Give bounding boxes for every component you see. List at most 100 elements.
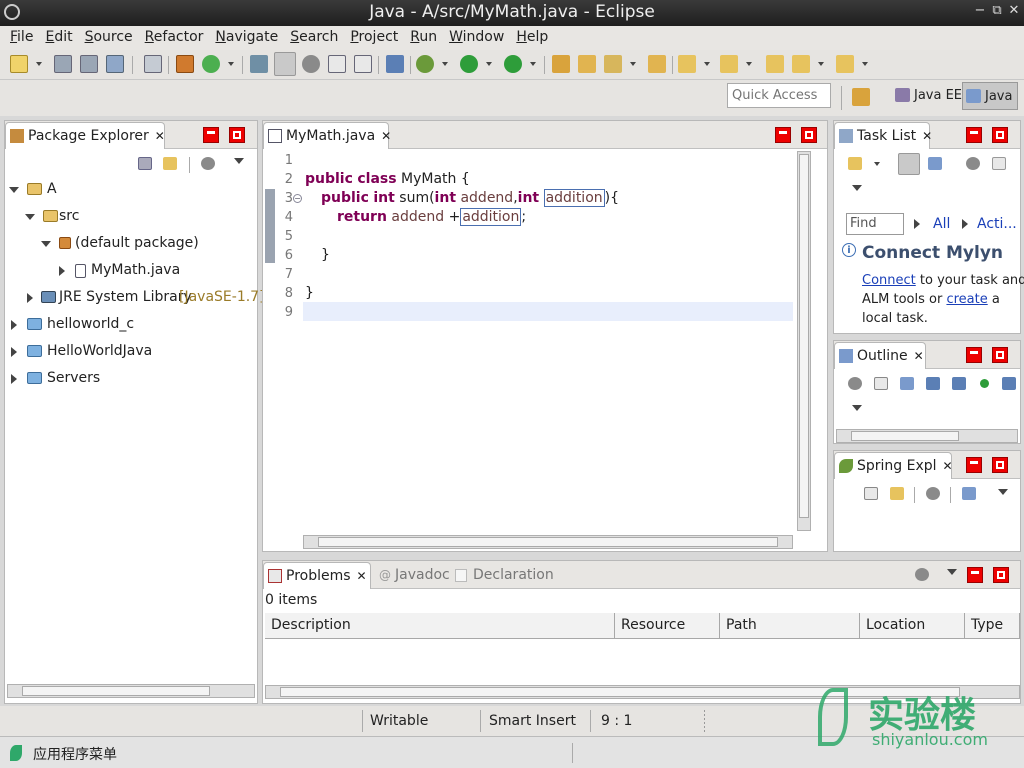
menu-file[interactable]: File — [4, 26, 39, 50]
debug-icon[interactable] — [416, 55, 434, 73]
collapsed-icon[interactable] — [11, 374, 17, 384]
run-external-icon[interactable] — [504, 55, 522, 73]
refresh-icon[interactable] — [202, 55, 220, 73]
tab-mymath-java[interactable]: MyMath.java ✕ — [263, 122, 391, 149]
menu-source[interactable]: Source — [79, 26, 139, 50]
maximize-view-button[interactable] — [993, 567, 1009, 583]
refresh-dropdown-icon[interactable] — [228, 62, 234, 66]
collapse-icon[interactable] — [992, 157, 1006, 170]
collapsed-icon[interactable] — [11, 347, 17, 357]
filter-icon[interactable] — [926, 487, 940, 500]
expanded-icon[interactable] — [9, 187, 19, 193]
hide-local-types-icon[interactable] — [1002, 377, 1016, 390]
open-task-icon[interactable] — [648, 55, 666, 73]
open-perspective-icon[interactable] — [852, 88, 870, 106]
minimize-view-button[interactable] — [966, 457, 982, 473]
perspective-java-ee[interactable]: Java EE — [892, 82, 966, 110]
tab-spring-explorer[interactable]: Spring Expl ✕ — [834, 452, 953, 479]
menu-navigate[interactable]: Navigate — [209, 26, 284, 50]
collapse-all-icon[interactable] — [138, 157, 152, 170]
open-type-icon[interactable] — [552, 55, 570, 73]
run-icon[interactable] — [460, 55, 478, 73]
hide-nonpublic-icon[interactable] — [980, 379, 989, 388]
view-menu-icon[interactable] — [852, 185, 862, 191]
close-icon[interactable]: ✕ — [357, 569, 367, 583]
editor-horizontal-scrollbar[interactable] — [303, 535, 793, 549]
filter-icon[interactable] — [966, 157, 980, 170]
status-trim-handle[interactable] — [704, 710, 705, 732]
last-edit-icon[interactable] — [766, 55, 784, 73]
view-filter-icon[interactable] — [201, 157, 215, 170]
terminal-icon[interactable] — [250, 55, 268, 73]
back-dropdown-icon[interactable] — [818, 62, 824, 66]
maximize-view-button[interactable] — [992, 347, 1008, 363]
scrollbar-thumb[interactable] — [799, 154, 809, 518]
print-icon[interactable] — [106, 55, 124, 73]
link-with-editor-icon[interactable] — [890, 487, 904, 500]
collapse-all-icon[interactable] — [874, 377, 888, 390]
menu-edit[interactable]: Edit — [39, 26, 78, 50]
minimize-view-button[interactable] — [967, 567, 983, 583]
close-icon[interactable]: ✕ — [914, 349, 924, 363]
app-menu-button[interactable]: 应用程序菜单 — [33, 744, 117, 764]
code-line-6[interactable]: } — [321, 247, 330, 263]
create-link[interactable]: create — [946, 292, 987, 307]
close-window-button[interactable]: ✕ — [1006, 3, 1022, 18]
menu-refactor[interactable]: Refactor — [139, 26, 210, 50]
connect-link[interactable]: Connect — [862, 273, 916, 288]
maximize-view-button[interactable] — [992, 127, 1008, 143]
code-line-3[interactable]: public int sum(int addend,int addition){ — [321, 189, 619, 207]
column-resource[interactable]: Resource — [615, 613, 720, 639]
scrollbar-thumb[interactable] — [851, 431, 959, 441]
perspective-java[interactable]: Java — [962, 82, 1018, 110]
toggle-icon[interactable] — [302, 55, 320, 73]
task-find-input[interactable]: Find — [846, 213, 904, 235]
minimize-view-button[interactable] — [966, 347, 982, 363]
scrollbar-thumb[interactable] — [318, 537, 778, 547]
column-type[interactable]: Type — [965, 613, 1020, 639]
quick-access-input[interactable] — [727, 83, 831, 108]
menu-search[interactable]: Search — [284, 26, 344, 50]
expanded-icon[interactable] — [25, 214, 35, 220]
brush-icon[interactable] — [604, 55, 622, 73]
save-icon[interactable] — [54, 55, 72, 73]
collapsed-icon[interactable] — [11, 320, 17, 330]
code-line-2[interactable]: public class MyMath { — [305, 171, 470, 187]
minimize-view-button[interactable] — [203, 127, 219, 143]
show-whitespace-icon[interactable] — [354, 55, 372, 73]
tab-package-explorer[interactable]: Package Explorer ✕ — [5, 122, 165, 149]
new-task-icon[interactable] — [848, 157, 862, 170]
all-link[interactable]: All — [933, 216, 950, 232]
menu-run[interactable]: Run — [404, 26, 443, 50]
code-line-4[interactable]: return addend + addition; — [337, 208, 526, 226]
new-task-dropdown-icon[interactable] — [874, 162, 880, 166]
run-external-dropdown-icon[interactable] — [530, 62, 536, 66]
view-menu-icon[interactable] — [998, 489, 1008, 495]
view-menu-icon[interactable] — [852, 405, 862, 411]
next-annotation-icon[interactable] — [678, 55, 696, 73]
hide-static-icon[interactable] — [952, 377, 966, 390]
pin-icon[interactable] — [386, 55, 404, 73]
tab-problems[interactable]: Problems ✕ — [263, 562, 371, 589]
maximize-view-button[interactable] — [992, 457, 1008, 473]
close-icon[interactable]: ✕ — [943, 459, 953, 473]
view-menu-icon[interactable] — [947, 569, 957, 575]
scheduled-icon[interactable] — [928, 157, 942, 170]
forward-dropdown-icon[interactable] — [862, 62, 868, 66]
column-location[interactable]: Location — [860, 613, 965, 639]
menu-window[interactable]: Window — [443, 26, 510, 50]
app-menu-leaf-icon[interactable] — [10, 745, 22, 761]
new-icon[interactable] — [10, 55, 28, 73]
link-with-editor-icon[interactable] — [163, 157, 177, 170]
editor-vertical-scrollbar[interactable] — [797, 151, 811, 531]
expanded-icon[interactable] — [41, 241, 51, 247]
run-dropdown-icon[interactable] — [486, 62, 492, 66]
back-icon[interactable] — [792, 55, 810, 73]
close-icon[interactable]: ✕ — [381, 129, 391, 143]
sort-icon[interactable] — [900, 377, 914, 390]
forward-icon[interactable] — [836, 55, 854, 73]
menu-project[interactable]: Project — [344, 26, 404, 50]
hide-fields-icon[interactable] — [926, 377, 940, 390]
previous-annotation-dropdown-icon[interactable] — [746, 62, 752, 66]
code-line-8[interactable]: } — [305, 285, 314, 301]
